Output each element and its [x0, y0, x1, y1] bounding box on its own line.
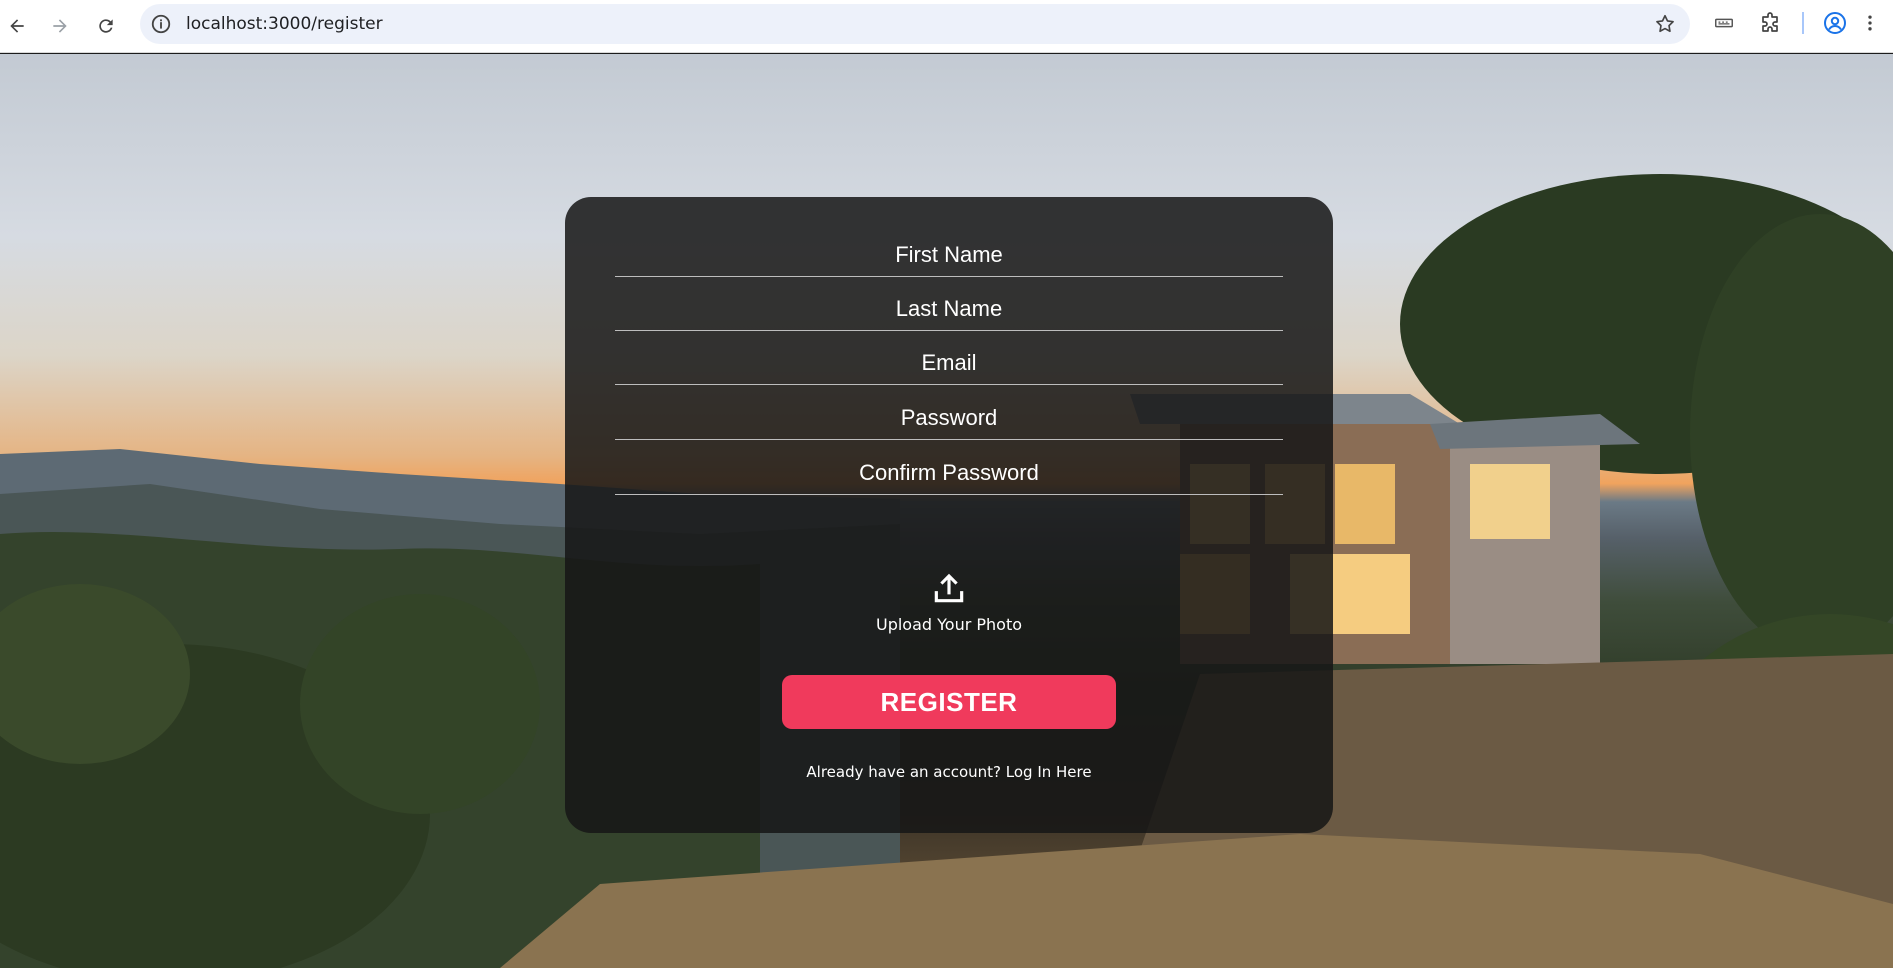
back-button[interactable]	[0, 9, 34, 43]
password-input[interactable]	[615, 396, 1283, 439]
browser-toolbar: localhost:3000/register	[0, 0, 1893, 53]
profile-avatar-icon[interactable]	[1822, 10, 1848, 36]
media-icon[interactable]	[1711, 10, 1737, 36]
register-button[interactable]: REGISTER	[782, 675, 1116, 729]
extensions-icon[interactable]	[1757, 10, 1783, 36]
reload-button[interactable]	[89, 9, 123, 43]
arrow-left-icon	[10, 19, 24, 33]
upload-photo-button[interactable]: Upload Your Photo	[849, 569, 1049, 639]
address-bar[interactable]: localhost:3000/register	[140, 4, 1690, 44]
first-name-input[interactable]	[615, 233, 1283, 276]
email-input[interactable]	[615, 341, 1283, 384]
confirm-password-field-container	[615, 451, 1283, 495]
last-name-field-container	[615, 287, 1283, 331]
url-text[interactable]: localhost:3000/register	[186, 4, 383, 44]
bookmark-star-icon[interactable]	[1654, 13, 1676, 35]
confirm-password-input[interactable]	[615, 451, 1283, 494]
email-field-container	[615, 341, 1283, 385]
upload-photo-label: Upload Your Photo	[875, 615, 1023, 634]
forward-button[interactable]	[43, 9, 77, 43]
arrow-right-icon	[53, 19, 67, 33]
upload-icon	[934, 573, 964, 603]
menu-kebab-icon[interactable]	[1860, 10, 1880, 36]
login-link[interactable]: Already have an account? Log In Here	[565, 763, 1333, 781]
last-name-input[interactable]	[615, 287, 1283, 330]
reload-icon	[99, 19, 113, 33]
first-name-field-container	[615, 233, 1283, 277]
page-background: Upload Your Photo REGISTER Already have …	[0, 54, 1893, 968]
register-form: Upload Your Photo REGISTER Already have …	[565, 197, 1333, 833]
site-info-icon[interactable]	[150, 13, 172, 35]
password-field-container	[615, 396, 1283, 440]
toolbar-divider	[1802, 12, 1804, 34]
